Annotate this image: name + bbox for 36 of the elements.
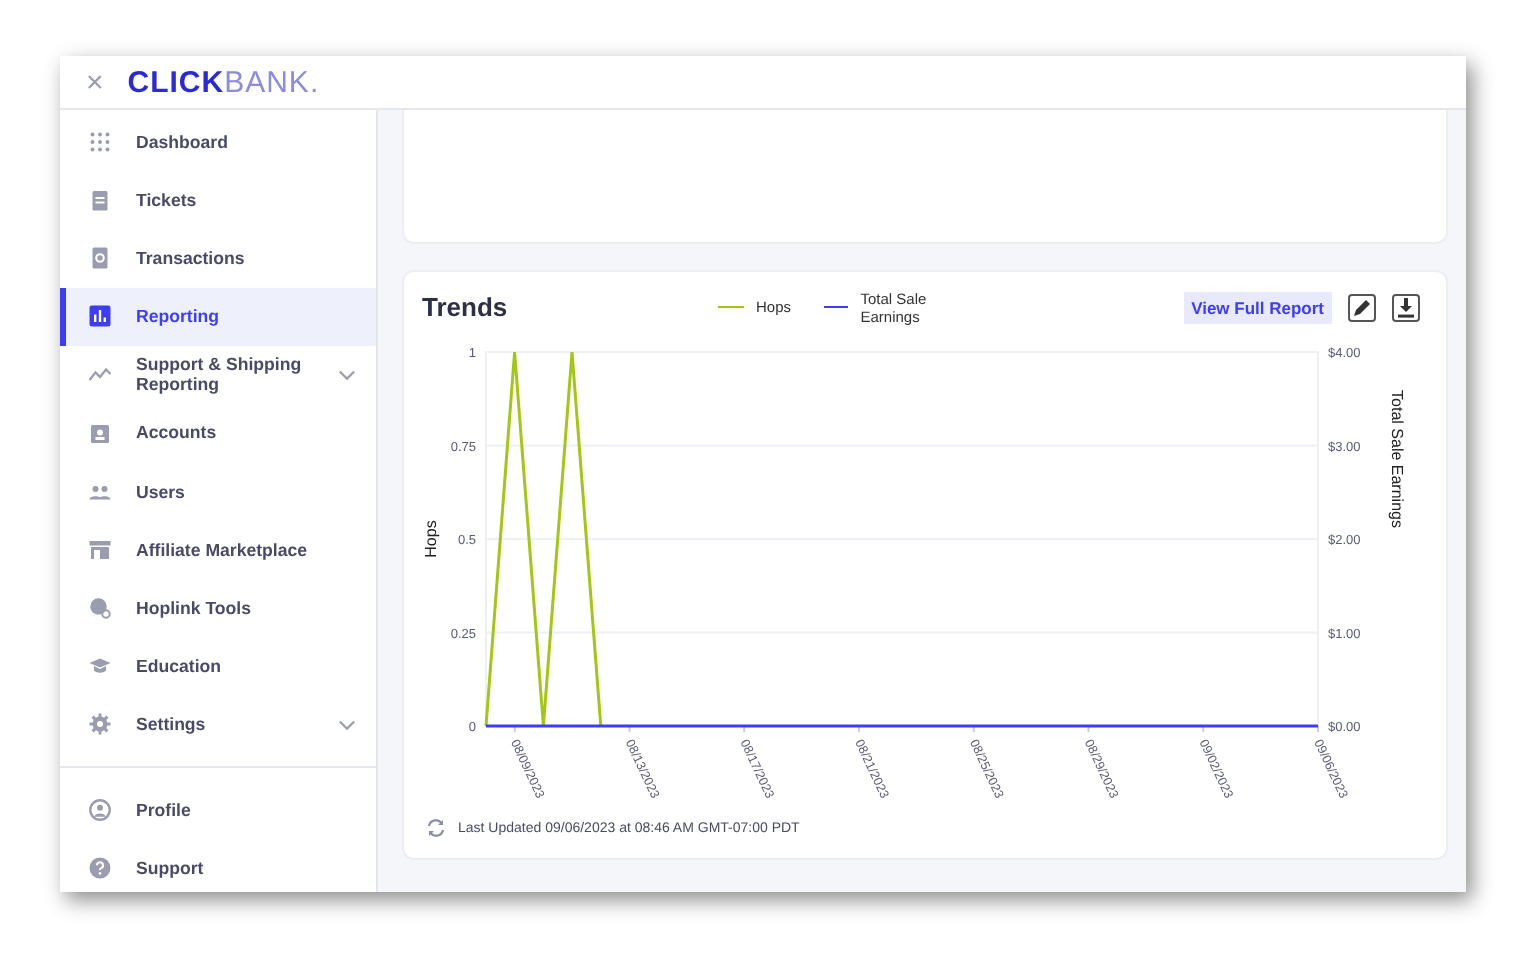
card-title: Trends bbox=[422, 292, 510, 322]
sidebar-item[interactable]: Reporting bbox=[60, 287, 376, 346]
storefront-icon bbox=[88, 537, 112, 562]
help-icon bbox=[88, 855, 112, 880]
sidebar-item[interactable]: Settings bbox=[60, 695, 376, 755]
pencil-icon bbox=[1352, 297, 1372, 317]
document-search-icon bbox=[88, 245, 112, 270]
chevron-down-icon[interactable] bbox=[338, 365, 356, 384]
sidebar-item[interactable]: Transactions bbox=[60, 228, 376, 288]
sidebar-item[interactable]: Dashboard bbox=[60, 112, 376, 171]
grid-icon bbox=[88, 129, 112, 154]
sidebar-item[interactable]: Education bbox=[60, 637, 376, 696]
download-icon bbox=[1396, 297, 1416, 317]
axis-title: Hops bbox=[422, 520, 440, 558]
sidebar-item[interactable]: Accounts bbox=[60, 403, 376, 463]
person-circle-icon bbox=[88, 797, 112, 822]
sidebar-item[interactable]: Users bbox=[60, 462, 376, 521]
sidebar-item[interactable]: Support bbox=[60, 838, 376, 892]
logo: CLICKBANK. bbox=[127, 65, 320, 99]
sidebar-item[interactable]: Profile bbox=[60, 780, 376, 839]
contact-card-icon bbox=[88, 421, 112, 446]
sidebar-item[interactable]: Tickets bbox=[60, 170, 376, 229]
edit-button[interactable] bbox=[1348, 293, 1376, 321]
view-full-report-button[interactable]: View Full Report bbox=[1183, 291, 1332, 323]
graduation-cap-icon bbox=[88, 654, 112, 679]
sidebar-item[interactable]: Hoplink Tools bbox=[60, 579, 376, 638]
axis-title: Total Sale Earnings bbox=[1388, 390, 1406, 528]
trend-line-icon bbox=[88, 362, 112, 387]
sidebar-item[interactable]: Affiliate Marketplace bbox=[60, 520, 376, 579]
clipboard-icon bbox=[88, 187, 112, 212]
sidebar-item[interactable]: Support & Shipping Reporting bbox=[60, 345, 376, 404]
download-button[interactable] bbox=[1392, 293, 1420, 321]
chevron-down-icon[interactable] bbox=[338, 715, 356, 734]
bar-chart-icon bbox=[88, 304, 112, 329]
gear-icon bbox=[88, 712, 112, 737]
refresh-icon[interactable] bbox=[426, 818, 446, 838]
